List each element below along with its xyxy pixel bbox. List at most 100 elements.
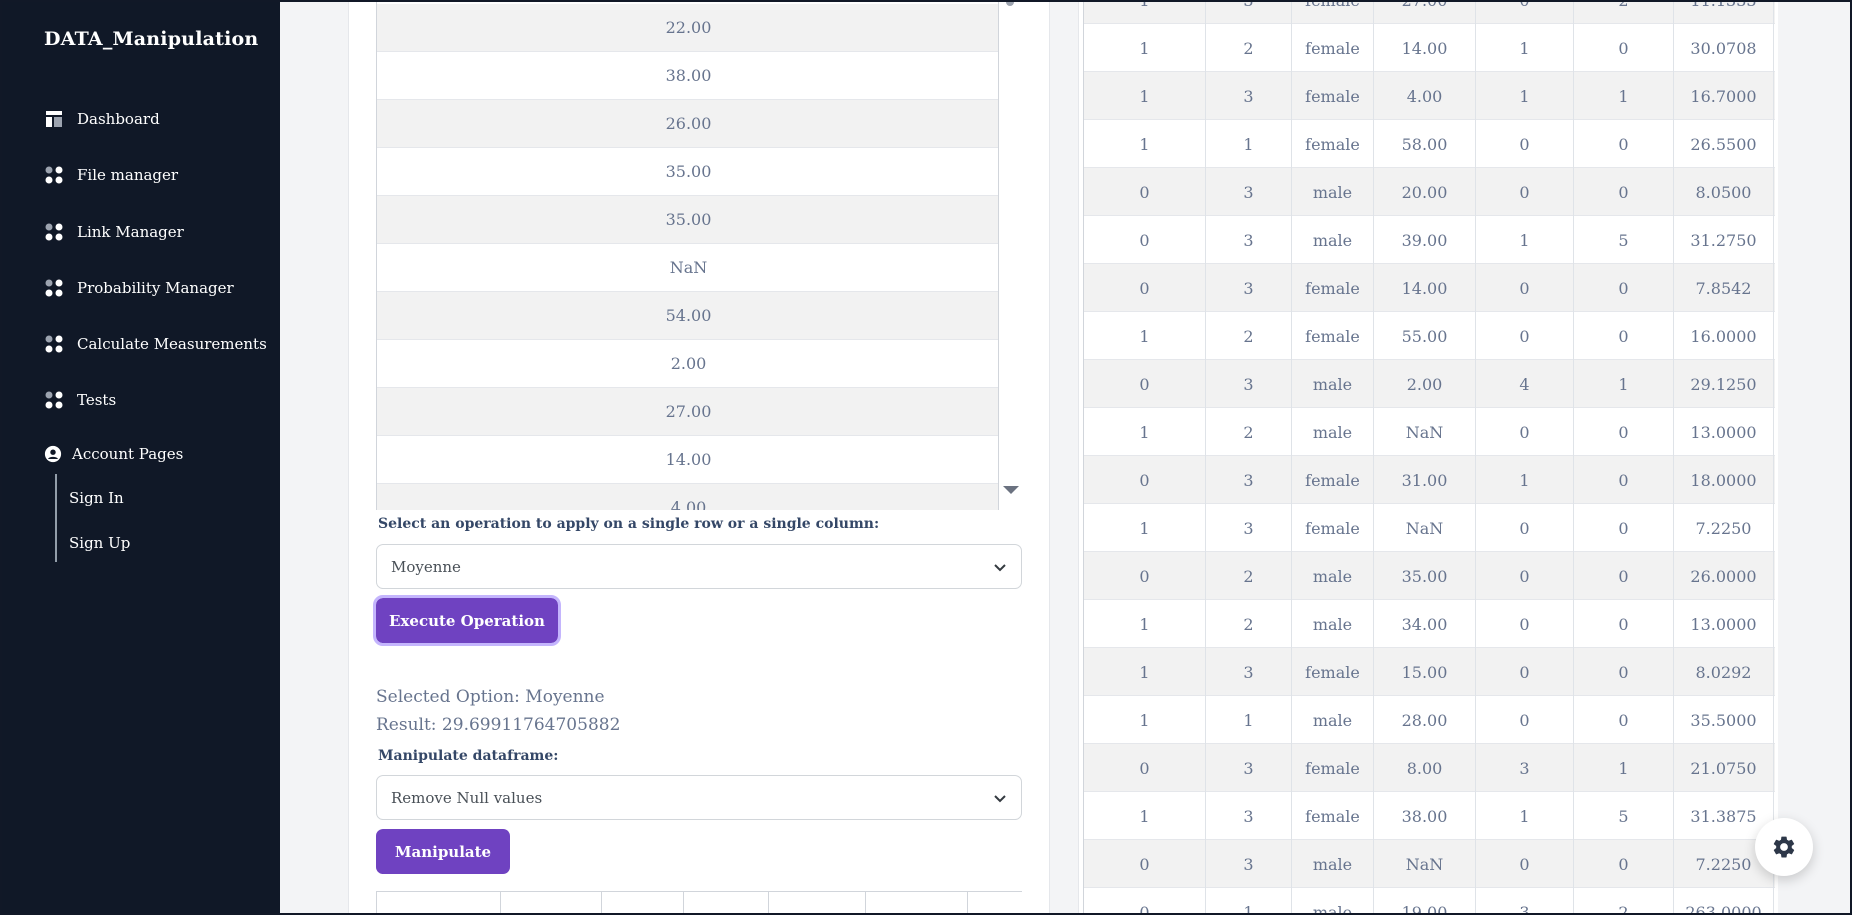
settings-button[interactable] [1755,818,1813,876]
table-cell: 2 [1574,0,1674,24]
apps-icon [45,279,63,297]
column-cell: 4.00 [670,498,707,510]
table-cell: 5 [1574,792,1674,840]
result-table-header [376,891,1022,915]
table-cell: female [1292,312,1374,360]
table-cell: 14.00 [1374,264,1476,312]
table-cell: 1 [1084,24,1206,72]
table-row: 1 3 female NaN 0 0 7.2250 [1084,504,1775,552]
table-row: 1 2 female 55.00 0 0 16.0000 [1084,312,1775,360]
table-cell: 3 [1206,648,1292,696]
table-cell: 0 [1574,408,1674,456]
sidebar: DATA_Manipulation Dashboard File manager… [0,0,280,915]
sidebar-item-sign-up[interactable]: Sign Up [69,534,130,552]
table-cell: female [1292,456,1374,504]
table-cell: male [1292,888,1374,915]
column-table[interactable]: 22.00 38.00 26.00 35.00 35.00 NaN 54.00 2.00 27.… [376,0,999,510]
table-cell: 2 [1206,312,1292,360]
table-cell: 35.00 [1374,552,1476,600]
sidebar-item-sign-in[interactable]: Sign In [69,489,124,507]
table-row: 1 3 female 38.00 1 5 31.3875 [1084,792,1775,840]
sidebar-item-probability-manager[interactable]: Probability Manager [44,276,234,300]
table-cell: 0 [1084,552,1206,600]
table-cell: 1 [1574,360,1674,408]
table-cell: female [1292,0,1374,24]
table-row: 0 3 male 2.00 4 1 29.1250 [1084,360,1775,408]
column-row: 35.00 [377,148,998,196]
table-cell: NaN [1374,408,1476,456]
table-row: 1 3 female 27.00 0 2 11.1333 [1084,0,1775,24]
sidebar-item-file-manager[interactable]: File manager [44,163,178,187]
table-cell: 263.0000 [1674,888,1774,915]
sidebar-item-label: Calculate Measurements [77,335,267,353]
sidebar-item-link-manager[interactable]: Link Manager [44,220,184,244]
apps-icon [45,335,63,353]
manipulate-button[interactable]: Manipulate [376,829,510,874]
table-cell: 26.5500 [1674,120,1774,168]
table-cell: 3 [1476,744,1574,792]
table-row: 1 3 female 4.00 1 1 16.7000 [1084,72,1775,120]
table-cell: 21.0750 [1674,744,1774,792]
table-cell: 3 [1206,504,1292,552]
column-row: 22.00 [377,4,998,52]
operation-select[interactable]: Moyenne [376,544,1022,589]
column-cell: 14.00 [665,450,712,469]
table-cell: 0 [1476,552,1574,600]
table-cell: 1 [1084,408,1206,456]
table-cell: 3 [1206,264,1292,312]
table-cell: 3 [1206,0,1292,24]
manipulate-select[interactable]: Remove Null values [376,775,1022,820]
table-cell: 0 [1084,456,1206,504]
table-row: 1 3 female 15.00 0 0 8.0292 [1084,648,1775,696]
scroll-up-icon[interactable] [1004,0,1016,8]
table-cell: male [1292,408,1374,456]
table-cell: 7.8542 [1674,264,1774,312]
table-cell: 11.1333 [1674,0,1774,24]
dataframe-table[interactable]: 1 3 female 27.00 0 2 11.1333 1 2 female 14.00 1 0 30.… [1083,0,1775,915]
table-cell: 0 [1574,840,1674,888]
table-cell: 2.00 [1374,360,1476,408]
table-cell: 1 [1084,792,1206,840]
table-cell: 0 [1574,552,1674,600]
table-row: 0 3 female 31.00 1 0 18.0000 [1084,456,1775,504]
table-cell: 1 [1084,120,1206,168]
table-cell: male [1292,360,1374,408]
table-cell: female [1292,744,1374,792]
sidebar-item-tests[interactable]: Tests [44,388,116,412]
user-circle-icon [44,445,62,463]
table-cell: NaN [1374,840,1476,888]
sidebar-item-calculate-measurements[interactable]: Calculate Measurements [44,332,267,356]
apps-icon [45,166,63,184]
sidebar-item-account-pages[interactable]: Account Pages [44,442,183,466]
apps-icon [45,391,63,409]
table-row: 1 1 female 58.00 0 0 26.5500 [1084,120,1775,168]
table-cell: male [1292,840,1374,888]
column-row: 14.00 [377,436,998,484]
scroll-down-icon[interactable] [1003,486,1019,494]
table-cell: 3 [1206,456,1292,504]
table-cell: 3 [1206,360,1292,408]
execute-operation-button[interactable]: Execute Operation [373,595,561,646]
table-cell: 15.00 [1374,648,1476,696]
table-cell: 3 [1206,792,1292,840]
table-cell: 0 [1476,408,1574,456]
table-row: 0 3 female 14.00 0 0 7.8542 [1084,264,1775,312]
table-cell: female [1292,792,1374,840]
chevron-down-icon [994,795,1006,803]
table-cell: 13.0000 [1674,600,1774,648]
brand-title: DATA_Manipulation [44,28,259,50]
column-row: NaN [377,244,998,292]
table-cell: 1 [1206,120,1292,168]
table-cell: 0 [1476,504,1574,552]
column-cell: 26.00 [665,114,712,133]
table-cell: 3 [1206,216,1292,264]
table-cell: 0 [1476,120,1574,168]
table-cell: male [1292,600,1374,648]
table-cell: 0 [1574,648,1674,696]
gear-icon [1773,836,1795,858]
table-cell: 0 [1574,696,1674,744]
table-cell: 0 [1574,456,1674,504]
table-cell: 1 [1574,72,1674,120]
table-cell: 0 [1084,888,1206,915]
sidebar-item-dashboard[interactable]: Dashboard [44,107,160,131]
